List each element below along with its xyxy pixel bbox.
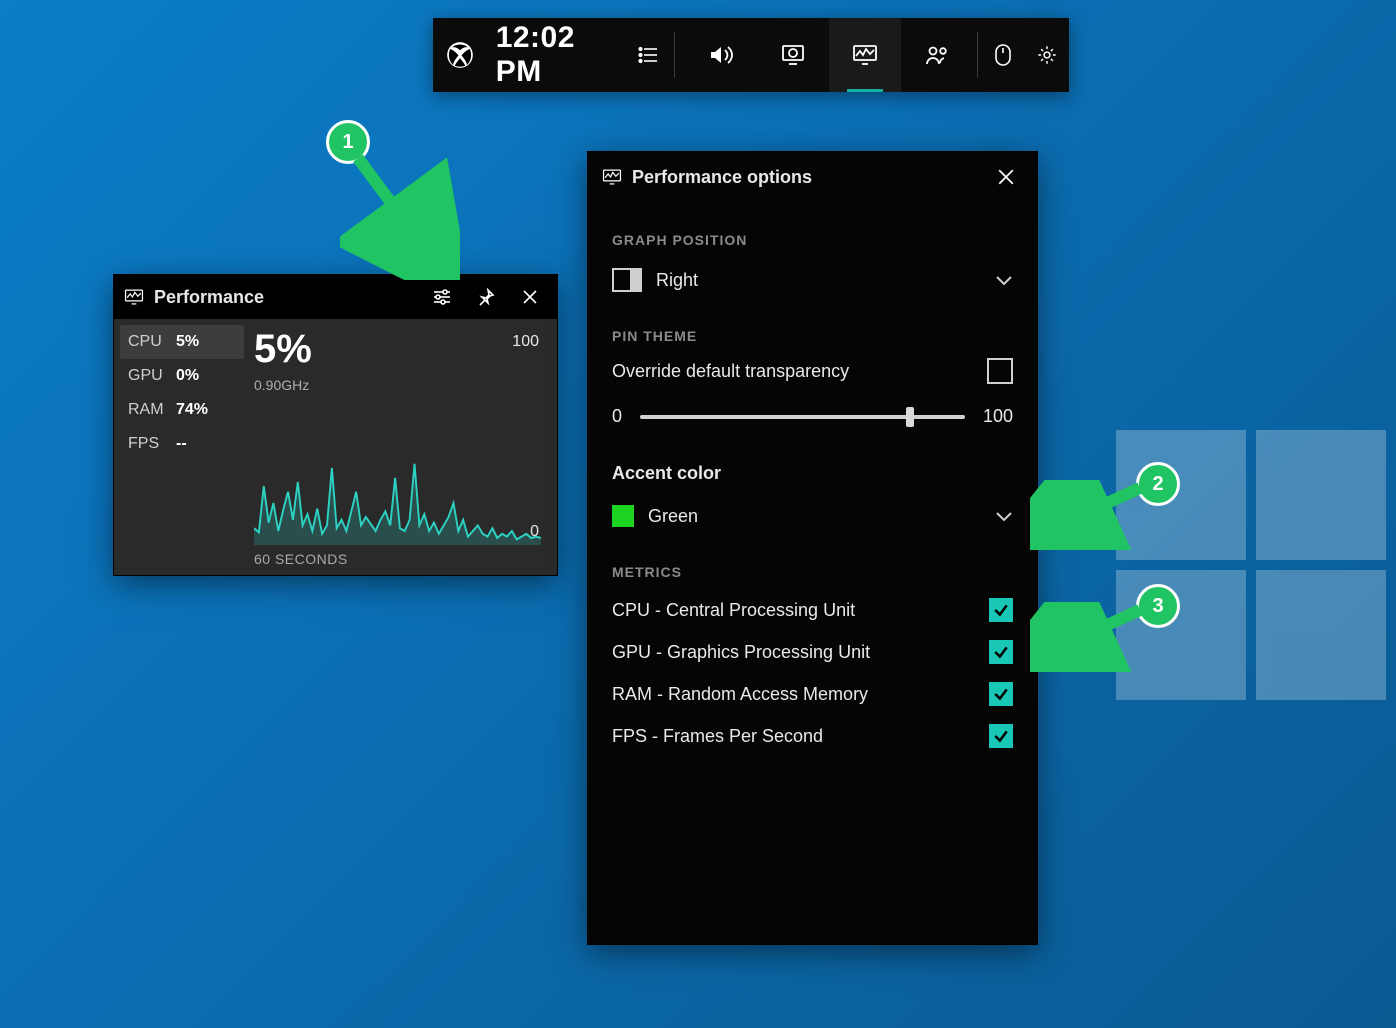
cpu-chart xyxy=(254,405,541,545)
monitor-icon xyxy=(124,288,144,306)
transparency-slider[interactable] xyxy=(640,415,965,419)
metric-label: FPS xyxy=(128,435,176,453)
pin-icon[interactable] xyxy=(469,280,503,314)
metrics-heading: METRICS xyxy=(612,564,1013,580)
close-icon[interactable] xyxy=(989,160,1023,194)
graph-position-value: Right xyxy=(656,270,698,291)
metric-option-gpu[interactable]: GPU - Graphics Processing Unit xyxy=(612,640,1013,664)
metric-option-fps[interactable]: FPS - Frames Per Second xyxy=(612,724,1013,748)
metric-label: GPU xyxy=(128,367,176,385)
accent-color-heading: Accent color xyxy=(612,463,1013,484)
pin-theme-heading: PIN THEME xyxy=(612,328,1013,344)
performance-graph: 5% 0.90GHz 100 0 60 SECONDS xyxy=(248,319,557,575)
performance-title: Performance xyxy=(154,287,415,308)
metric-value: 74% xyxy=(176,401,208,419)
graph-position-heading: GRAPH POSITION xyxy=(612,232,1013,248)
widgets-menu-icon[interactable] xyxy=(626,18,670,92)
accent-color-value: Green xyxy=(648,506,698,527)
annotation-badge-2: 2 xyxy=(1136,462,1180,506)
annotation-badge-3: 3 xyxy=(1136,584,1180,628)
accent-swatch xyxy=(612,505,634,527)
settings-sliders-icon[interactable] xyxy=(425,280,459,314)
x-axis-label: 60 SECONDS xyxy=(254,551,348,567)
y-axis-max: 100 xyxy=(512,333,539,351)
performance-titlebar: Performance xyxy=(114,275,557,319)
metric-value: 5% xyxy=(176,333,199,351)
chevron-down-icon xyxy=(995,274,1013,286)
position-right-icon xyxy=(612,268,642,292)
social-tab[interactable] xyxy=(901,18,973,92)
transparency-slider-row: 0 100 xyxy=(612,406,1013,427)
options-title: Performance options xyxy=(632,167,979,188)
metric-option-label: FPS - Frames Per Second xyxy=(612,726,823,747)
audio-tab[interactable] xyxy=(685,18,757,92)
metric-value: 0% xyxy=(176,367,199,385)
performance-tab[interactable] xyxy=(829,18,901,92)
override-transparency-label: Override default transparency xyxy=(612,361,849,382)
performance-options-panel: Performance options GRAPH POSITION Right… xyxy=(588,152,1037,944)
gamebar-clock: 12:02 PM xyxy=(488,21,626,89)
slider-max: 100 xyxy=(983,406,1013,427)
metric-option-label: RAM - Random Access Memory xyxy=(612,684,868,705)
capture-tab[interactable] xyxy=(757,18,829,92)
slider-thumb[interactable] xyxy=(906,407,914,427)
metric-option-label: CPU - Central Processing Unit xyxy=(612,600,855,621)
annotation-badge-1: 1 xyxy=(326,120,370,164)
big-value: 5% xyxy=(254,329,541,369)
override-transparency-checkbox[interactable] xyxy=(987,358,1013,384)
game-bar: 12:02 PM xyxy=(433,18,1069,92)
metric-checkbox[interactable] xyxy=(989,598,1013,622)
metric-option-label: GPU - Graphics Processing Unit xyxy=(612,642,870,663)
metric-row-cpu[interactable]: CPU 5% xyxy=(120,325,244,359)
settings-icon[interactable] xyxy=(1025,18,1069,92)
metric-checkbox[interactable] xyxy=(989,640,1013,664)
metric-row-ram[interactable]: RAM 74% xyxy=(120,393,244,427)
graph-position-select[interactable]: Right xyxy=(612,258,1013,302)
slider-min: 0 xyxy=(612,406,622,427)
metric-label: CPU xyxy=(128,333,176,351)
performance-widget: Performance CPU 5% GPU 0% RAM 74% xyxy=(114,275,557,575)
xbox-icon[interactable] xyxy=(433,41,488,69)
metric-row-fps[interactable]: FPS -- xyxy=(120,427,244,461)
override-transparency-row[interactable]: Override default transparency xyxy=(612,358,1013,384)
metric-option-ram[interactable]: RAM - Random Access Memory xyxy=(612,682,1013,706)
metric-value: -- xyxy=(176,435,187,453)
metric-option-cpu[interactable]: CPU - Central Processing Unit xyxy=(612,598,1013,622)
accent-color-select[interactable]: Green xyxy=(612,494,1013,538)
sub-value: 0.90GHz xyxy=(254,377,541,393)
metric-row-gpu[interactable]: GPU 0% xyxy=(120,359,244,393)
mouse-icon[interactable] xyxy=(981,18,1025,92)
metric-checkbox[interactable] xyxy=(989,724,1013,748)
monitor-icon xyxy=(602,168,622,186)
metric-checkbox[interactable] xyxy=(989,682,1013,706)
metric-list: CPU 5% GPU 0% RAM 74% FPS -- xyxy=(114,319,248,575)
close-icon[interactable] xyxy=(513,280,547,314)
chevron-down-icon xyxy=(995,510,1013,522)
metric-label: RAM xyxy=(128,401,176,419)
